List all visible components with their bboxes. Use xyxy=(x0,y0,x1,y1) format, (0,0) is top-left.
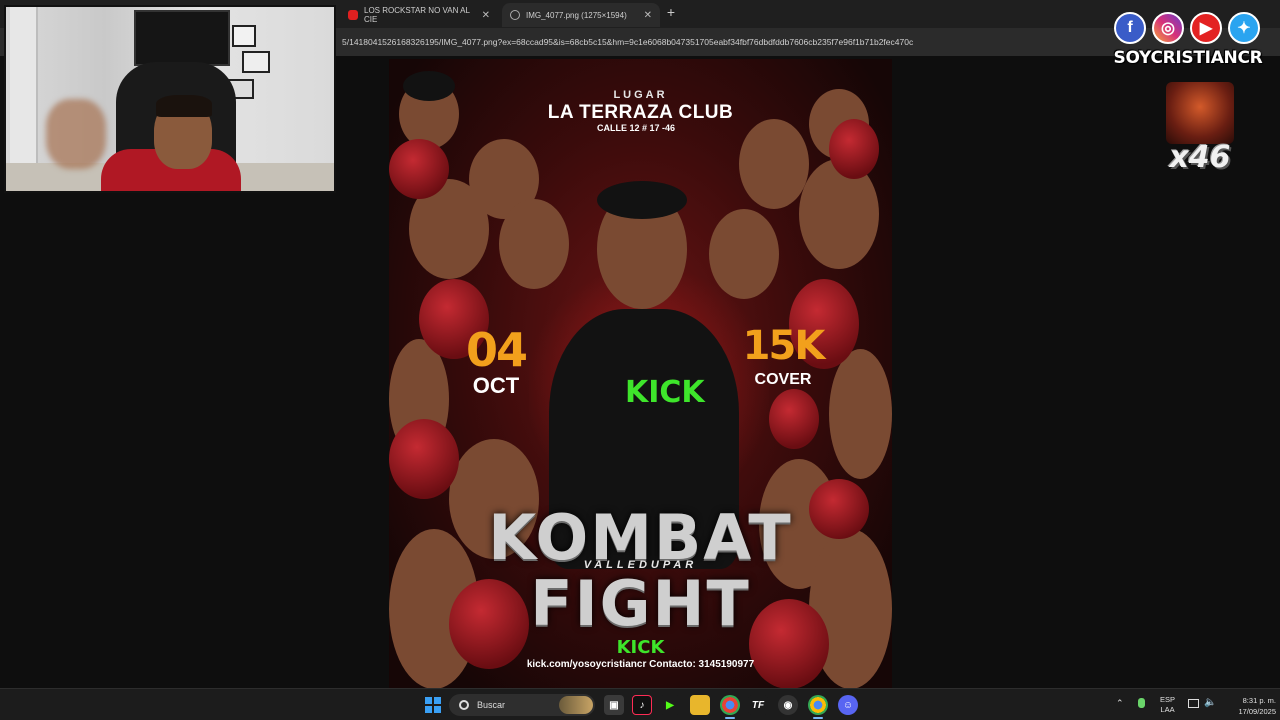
close-tab-icon[interactable]: ✕ xyxy=(474,10,490,21)
volume-icon[interactable]: 🔈 xyxy=(1204,697,1216,708)
boxing-glove xyxy=(389,139,449,199)
youtube-icon: ▶ xyxy=(1190,12,1222,44)
windows-start-icon[interactable] xyxy=(425,697,441,713)
tiktok-studio-icon[interactable]: TF xyxy=(748,695,768,715)
instagram-icon: ◎ xyxy=(1152,12,1184,44)
boxing-glove xyxy=(389,419,459,499)
streamer-hand xyxy=(46,99,106,169)
boxing-glove xyxy=(829,119,879,179)
clock-date: 17/09/2025 xyxy=(1238,707,1276,716)
tab-label: LOS ROCKSTAR NO VAN AL CIE xyxy=(364,6,470,24)
microphone-icon[interactable] xyxy=(1138,698,1145,708)
clock-time: 8:31 p. m. xyxy=(1242,696,1276,705)
central-fighter-hair xyxy=(597,181,687,219)
file-explorer-icon[interactable] xyxy=(690,695,710,715)
new-tab-button[interactable]: + xyxy=(664,4,678,24)
price-label: COVER xyxy=(754,371,812,388)
streamer-handle: SOYCRISTIANCR xyxy=(1113,48,1263,68)
chevron-up-icon[interactable]: ⌃ xyxy=(1116,698,1124,709)
system-tray: ⌃ ESP LAA 🔈 8:31 p. m. 17/09/2025 xyxy=(1112,695,1280,717)
search-placeholder: Buscar xyxy=(477,700,506,710)
streamer-hair xyxy=(156,95,212,117)
contact-info: kick.com/yosoycristiancr Contacto: 31451… xyxy=(526,659,755,670)
search-icon xyxy=(459,700,469,710)
active-indicator xyxy=(813,717,823,719)
social-overlay: f ◎ ▶ ✦ SOYCRISTIANCR xyxy=(1112,10,1264,72)
gift-count: x46 xyxy=(1169,140,1231,175)
url-text[interactable]: 5/1418041526168326195/IMG_4077.png?ex=68… xyxy=(342,37,913,47)
event-day: 04 xyxy=(465,323,528,377)
youtube-icon xyxy=(348,10,358,20)
venue-heading: LUGAR xyxy=(613,89,668,101)
fighter-figure xyxy=(829,349,892,479)
venue-address: CALLE 12 # 17 -46 xyxy=(597,123,676,133)
active-indicator xyxy=(725,717,735,719)
webcam-tv xyxy=(134,10,230,66)
venue-name: LA TERRAZA CLUB xyxy=(547,102,734,123)
shirt-kick-logo: KICK xyxy=(625,375,705,410)
tiktok-icon[interactable]: ♪ xyxy=(632,695,652,715)
taskbar-search[interactable]: Buscar xyxy=(449,694,595,716)
discord-icon[interactable]: ☺ xyxy=(838,695,858,715)
event-price: 15K xyxy=(742,323,826,369)
globe-icon xyxy=(510,10,520,20)
poster-image: KICK LUGAR LA TERRAZA CLUB CALLE 12 # 17… xyxy=(389,59,892,689)
tab-label: IMG_4077.png (1275×1594) xyxy=(526,10,627,20)
screen: LOS ROCKSTAR NO VAN AL CIE ✕ IMG_4077.pn… xyxy=(0,0,1280,720)
language-indicator[interactable]: ESP LAA xyxy=(1160,695,1175,715)
obs-icon[interactable]: ◉ xyxy=(778,695,798,715)
event-title-line2: FIGHT xyxy=(530,567,751,640)
webcam-picture-frame xyxy=(242,51,270,73)
webcam-overlay xyxy=(4,5,336,193)
twitter-icon: ✦ xyxy=(1228,12,1260,44)
gift-counter: x46 xyxy=(1164,82,1236,178)
task-view-icon[interactable]: ▣ xyxy=(604,695,624,715)
lang-line2: LAA xyxy=(1160,705,1175,714)
fighter-figure xyxy=(709,209,779,299)
taskbar: Buscar ▣ ♪ ▶ TF ◉ ☺ ⌃ ESP LAA 🔈 8:31 p. … xyxy=(0,688,1280,720)
close-tab-icon[interactable]: ✕ xyxy=(636,10,652,21)
webcam-picture-frame xyxy=(232,25,256,47)
chrome-icon[interactable] xyxy=(720,695,740,715)
chrome-profile-icon[interactable] xyxy=(808,695,828,715)
facebook-icon: f xyxy=(1114,12,1146,44)
gift-image xyxy=(1166,82,1234,144)
fighter-figure xyxy=(499,199,569,289)
event-month: OCT xyxy=(472,373,520,398)
clock[interactable]: 8:31 p. m. 17/09/2025 xyxy=(1222,695,1276,717)
platform-logo: KICK xyxy=(616,637,665,658)
lang-line1: ESP xyxy=(1160,695,1176,704)
webcam-door xyxy=(10,7,38,167)
kick-icon[interactable]: ▶ xyxy=(660,695,680,715)
network-icon[interactable] xyxy=(1188,699,1199,708)
fighter-figure xyxy=(739,119,809,209)
tab-youtube-video[interactable]: LOS ROCKSTAR NO VAN AL CIE ✕ xyxy=(340,4,498,26)
tab-image[interactable]: IMG_4077.png (1275×1594) ✕ xyxy=(502,3,660,27)
fighter-figure xyxy=(799,159,879,269)
search-highlight-image xyxy=(559,696,593,714)
boxing-glove xyxy=(769,389,819,449)
